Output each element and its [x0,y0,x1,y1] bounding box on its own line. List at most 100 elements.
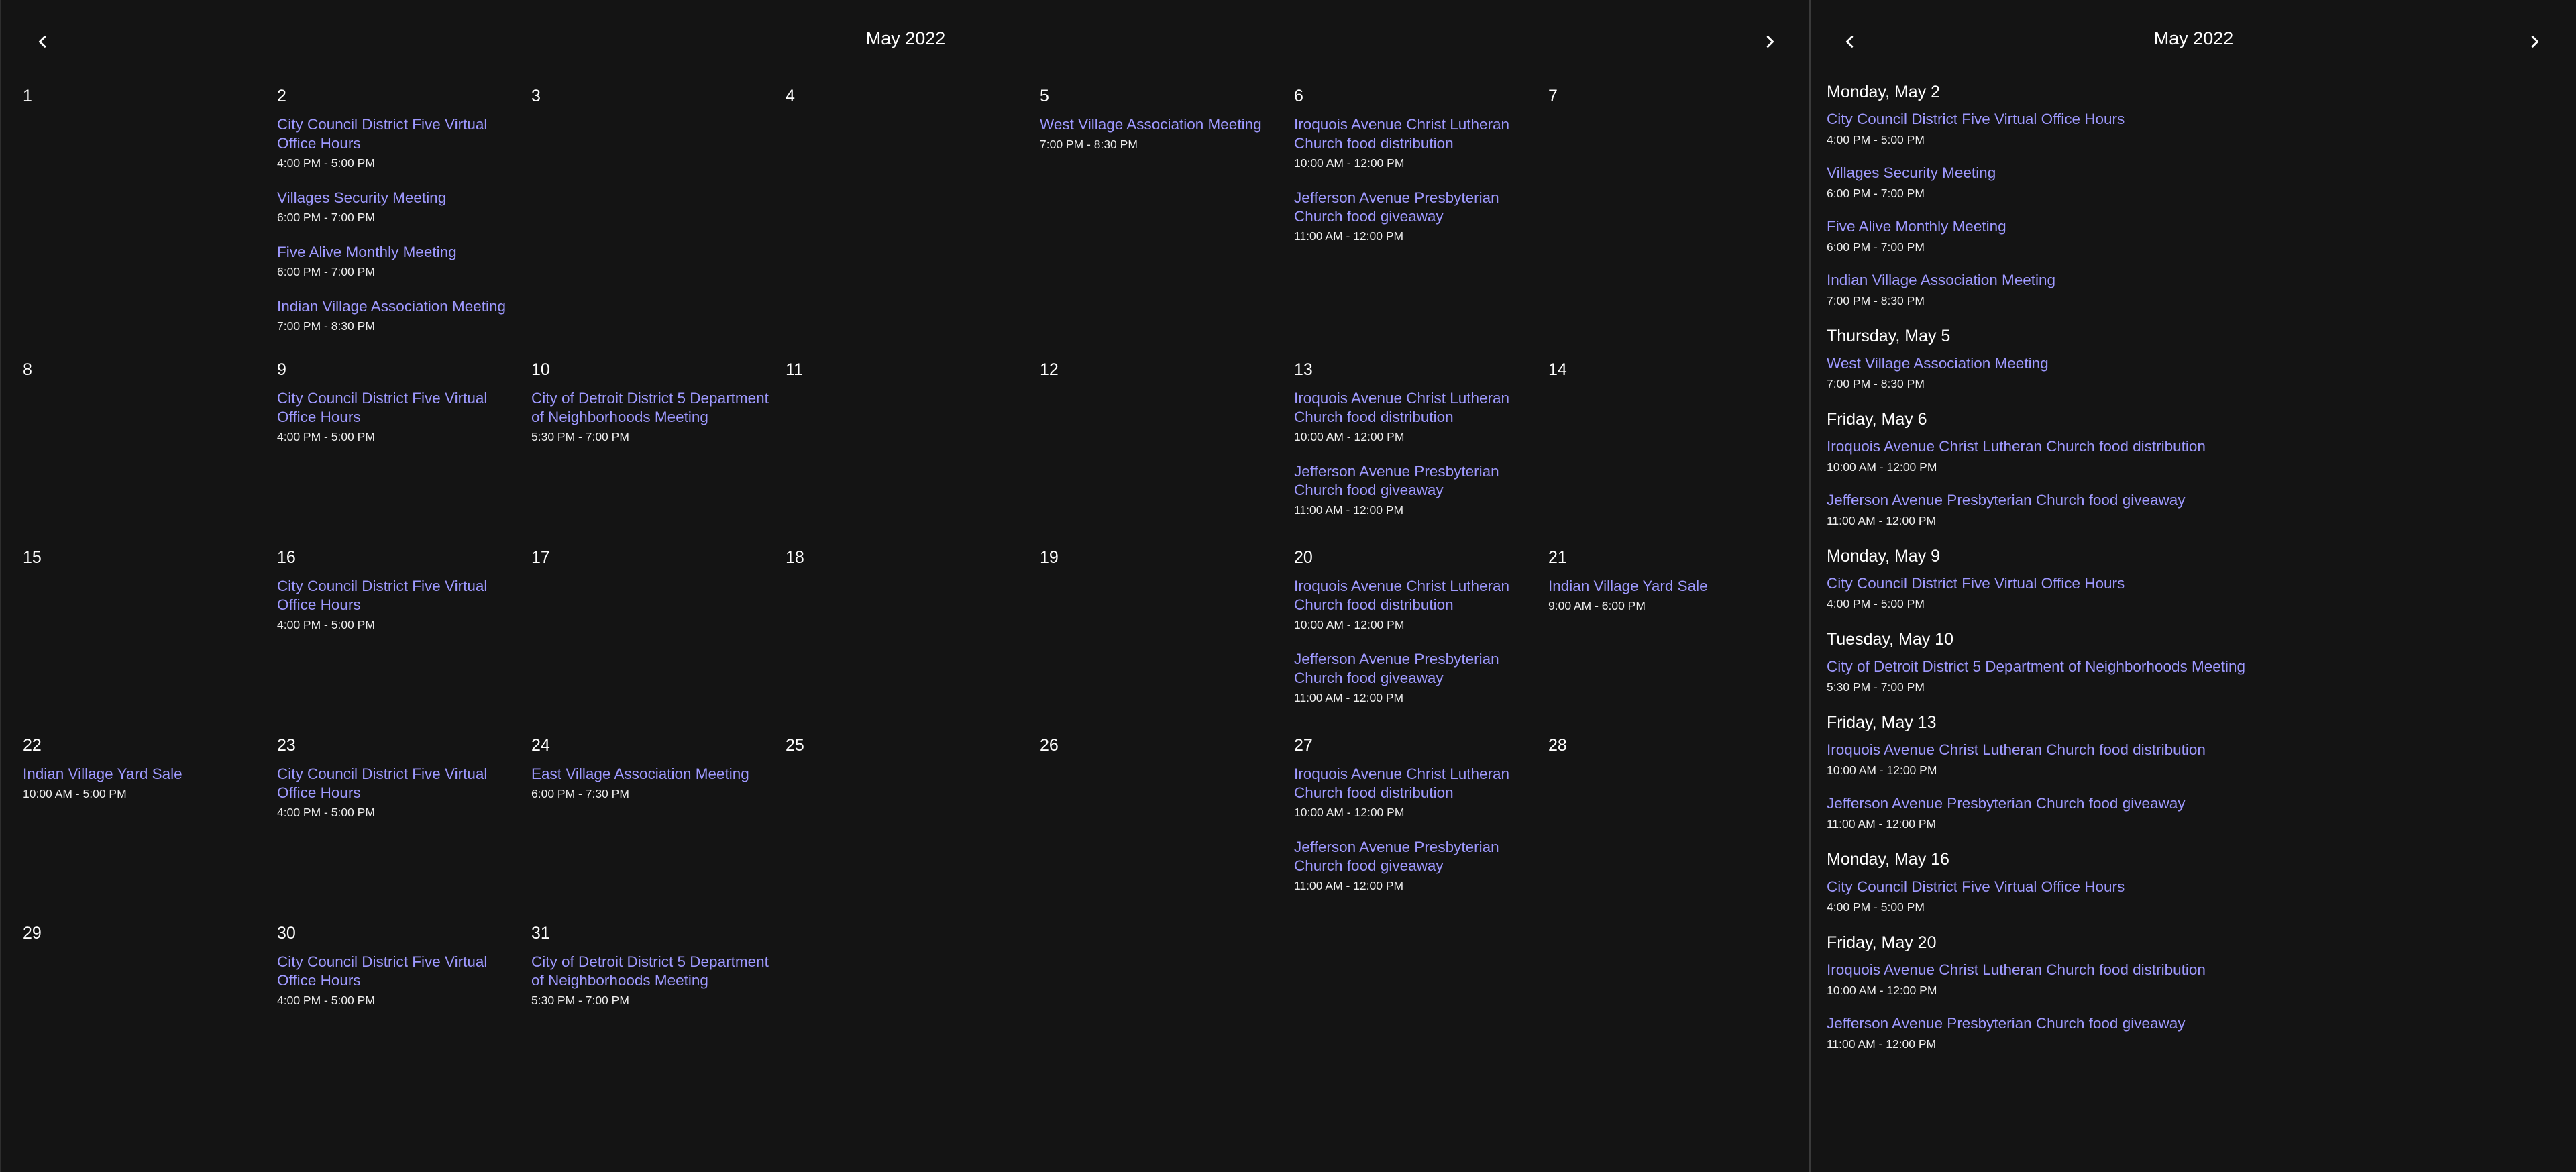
event-title-link[interactable]: City Council District Five Virtual Offic… [277,953,522,990]
agenda-event[interactable]: Jefferson Avenue Presbyterian Church foo… [1827,794,2558,832]
event-title-link[interactable]: Indian Village Association Meeting [1827,271,2558,290]
day-cell[interactable]: 25 [786,734,1040,922]
event-title-link[interactable]: Jefferson Avenue Presbyterian Church foo… [1827,794,2558,813]
calendar-event[interactable]: Indian Village Association Meeting 7:00 P… [277,297,531,334]
event-title-link[interactable]: Jefferson Avenue Presbyterian Church foo… [1827,1014,2558,1033]
calendar-event[interactable]: Iroquois Avenue Christ Lutheran Church f… [1294,115,1548,171]
event-title-link[interactable]: East Village Association Meeting [531,765,776,784]
day-cell[interactable]: 21 Indian Village Yard Sale 9:00 AM - 6:00… [1548,546,1803,734]
calendar-event[interactable]: Indian Village Yard Sale 10:00 AM - 5:00 … [23,765,277,802]
calendar-event[interactable]: City Council District Five Virtual Offic… [277,953,531,1008]
agenda-event[interactable]: Jefferson Avenue Presbyterian Church foo… [1827,491,2558,529]
agenda-event[interactable]: Indian Village Association Meeting 7:00 P… [1827,271,2558,309]
day-cell[interactable]: 10 City of Detroit District 5 Department … [531,358,786,546]
day-cell[interactable]: 29 [23,922,277,1123]
event-title-link[interactable]: City Council District Five Virtual Offic… [277,115,522,153]
event-title-link[interactable]: Iroquois Avenue Christ Lutheran Church f… [1294,765,1539,802]
calendar-event[interactable]: Iroquois Avenue Christ Lutheran Church f… [1294,577,1548,633]
agenda-event[interactable]: Five Alive Monthly Meeting 6:00 PM - 7:00… [1827,217,2558,255]
event-title-link[interactable]: City of Detroit District 5 Department of… [531,953,776,990]
day-cell[interactable]: 4 [786,85,1040,358]
event-title-link[interactable]: City Council District Five Virtual Offic… [1827,574,2558,593]
day-cell[interactable]: 13 Iroquois Avenue Christ Lutheran Church… [1294,358,1548,546]
calendar-event[interactable]: Jefferson Avenue Presbyterian Church foo… [1294,650,1548,706]
calendar-event[interactable]: City Council District Five Virtual Offic… [277,765,531,820]
day-cell[interactable]: 23 City Council District Five Virtual Off… [277,734,531,922]
calendar-event[interactable]: Iroquois Avenue Christ Lutheran Church f… [1294,389,1548,445]
day-cell[interactable]: 7 [1548,85,1803,358]
calendar-event[interactable]: Indian Village Yard Sale 9:00 AM - 6:00 P… [1548,577,1803,614]
event-title-link[interactable]: Iroquois Avenue Christ Lutheran Church f… [1827,437,2558,456]
day-cell[interactable]: 22 Indian Village Yard Sale 10:00 AM - 5:0… [23,734,277,922]
calendar-event[interactable]: City Council District Five Virtual Offic… [277,115,531,171]
event-title-link[interactable]: City Council District Five Virtual Offic… [1827,877,2558,896]
previous-month-button[interactable] [28,27,58,56]
day-cell[interactable]: 1 [23,85,277,358]
event-title-link[interactable]: City Council District Five Virtual Offic… [1827,110,2558,129]
event-title-link[interactable]: Jefferson Avenue Presbyterian Church foo… [1827,491,2558,510]
agenda-next-month-button[interactable] [2520,27,2549,56]
agenda-event[interactable]: City Council District Five Virtual Offic… [1827,877,2558,915]
event-title-link[interactable]: City Council District Five Virtual Offic… [277,765,522,802]
calendar-event[interactable]: Villages Security Meeting 6:00 PM - 7:00 … [277,189,531,225]
calendar-event[interactable]: City of Detroit District 5 Department of… [531,953,786,1008]
event-title-link[interactable]: Jefferson Avenue Presbyterian Church foo… [1294,650,1539,688]
day-cell[interactable]: 20 Iroquois Avenue Christ Lutheran Church… [1294,546,1548,734]
day-cell[interactable]: 3 [531,85,786,358]
day-cell[interactable]: 8 [23,358,277,546]
event-title-link[interactable]: Five Alive Monthly Meeting [1827,217,2558,236]
event-title-link[interactable]: Villages Security Meeting [1827,164,2558,182]
event-title-link[interactable]: City of Detroit District 5 Department of… [531,389,776,427]
event-title-link[interactable]: Indian Village Yard Sale [1548,577,1793,596]
event-title-link[interactable]: Jefferson Avenue Presbyterian Church foo… [1294,838,1539,875]
calendar-event[interactable]: Jefferson Avenue Presbyterian Church foo… [1294,462,1548,518]
day-cell[interactable]: 15 [23,546,277,734]
event-title-link[interactable]: City Council District Five Virtual Offic… [277,389,522,427]
event-title-link[interactable]: City of Detroit District 5 Department of… [1827,657,2558,676]
calendar-event[interactable]: Jefferson Avenue Presbyterian Church foo… [1294,838,1548,894]
day-cell[interactable]: 11 [786,358,1040,546]
event-title-link[interactable]: Iroquois Avenue Christ Lutheran Church f… [1827,741,2558,759]
event-title-link[interactable]: Five Alive Monthly Meeting [277,243,522,262]
calendar-event[interactable]: Five Alive Monthly Meeting 6:00 PM - 7:00… [277,243,531,280]
agenda-event[interactable]: West Village Association Meeting 7:00 PM … [1827,354,2558,392]
day-cell[interactable]: 6 Iroquois Avenue Christ Lutheran Church … [1294,85,1548,358]
event-title-link[interactable]: Iroquois Avenue Christ Lutheran Church f… [1827,961,2558,979]
day-cell[interactable]: 5 West Village Association Meeting 7:00 PM… [1040,85,1294,358]
event-title-link[interactable]: Jefferson Avenue Presbyterian Church foo… [1294,189,1539,226]
day-cell[interactable]: 24 East Village Association Meeting 6:00 P… [531,734,786,922]
calendar-event[interactable]: City Council District Five Virtual Offic… [277,389,531,445]
event-title-link[interactable]: Villages Security Meeting [277,189,522,207]
agenda-previous-month-button[interactable] [1835,27,1865,56]
next-month-button[interactable] [1755,27,1784,56]
calendar-event[interactable]: City Council District Five Virtual Offic… [277,577,531,633]
day-cell[interactable]: 17 [531,546,786,734]
agenda-event[interactable]: City of Detroit District 5 Department of… [1827,657,2558,695]
event-title-link[interactable]: Iroquois Avenue Christ Lutheran Church f… [1294,115,1539,153]
calendar-event[interactable]: Jefferson Avenue Presbyterian Church foo… [1294,189,1548,244]
agenda-event[interactable]: Jefferson Avenue Presbyterian Church foo… [1827,1014,2558,1052]
event-title-link[interactable]: Iroquois Avenue Christ Lutheran Church f… [1294,389,1539,427]
day-cell[interactable]: 28 [1548,734,1803,922]
calendar-event[interactable]: City of Detroit District 5 Department of… [531,389,786,445]
day-cell[interactable]: 16 City Council District Five Virtual Off… [277,546,531,734]
agenda-event[interactable]: Iroquois Avenue Christ Lutheran Church f… [1827,961,2558,998]
event-title-link[interactable]: Iroquois Avenue Christ Lutheran Church f… [1294,577,1539,615]
calendar-event[interactable]: Iroquois Avenue Christ Lutheran Church f… [1294,765,1548,820]
day-cell[interactable]: 9 City Council District Five Virtual Offi… [277,358,531,546]
agenda-event[interactable]: Iroquois Avenue Christ Lutheran Church f… [1827,741,2558,778]
day-cell[interactable]: 26 [1040,734,1294,922]
day-cell[interactable]: 12 [1040,358,1294,546]
day-cell[interactable]: 27 Iroquois Avenue Christ Lutheran Church… [1294,734,1548,922]
day-cell[interactable]: 18 [786,546,1040,734]
agenda-event[interactable]: Iroquois Avenue Christ Lutheran Church f… [1827,437,2558,475]
day-cell[interactable]: 31 City of Detroit District 5 Department … [531,922,786,1123]
day-cell[interactable]: 19 [1040,546,1294,734]
event-title-link[interactable]: West Village Association Meeting [1827,354,2558,373]
event-title-link[interactable]: West Village Association Meeting [1040,115,1285,134]
agenda-event[interactable]: Villages Security Meeting 6:00 PM - 7:00 … [1827,164,2558,201]
event-title-link[interactable]: City Council District Five Virtual Offic… [277,577,522,615]
day-cell[interactable]: 30 City Council District Five Virtual Off… [277,922,531,1123]
agenda-event[interactable]: City Council District Five Virtual Offic… [1827,110,2558,148]
day-cell[interactable]: 14 [1548,358,1803,546]
